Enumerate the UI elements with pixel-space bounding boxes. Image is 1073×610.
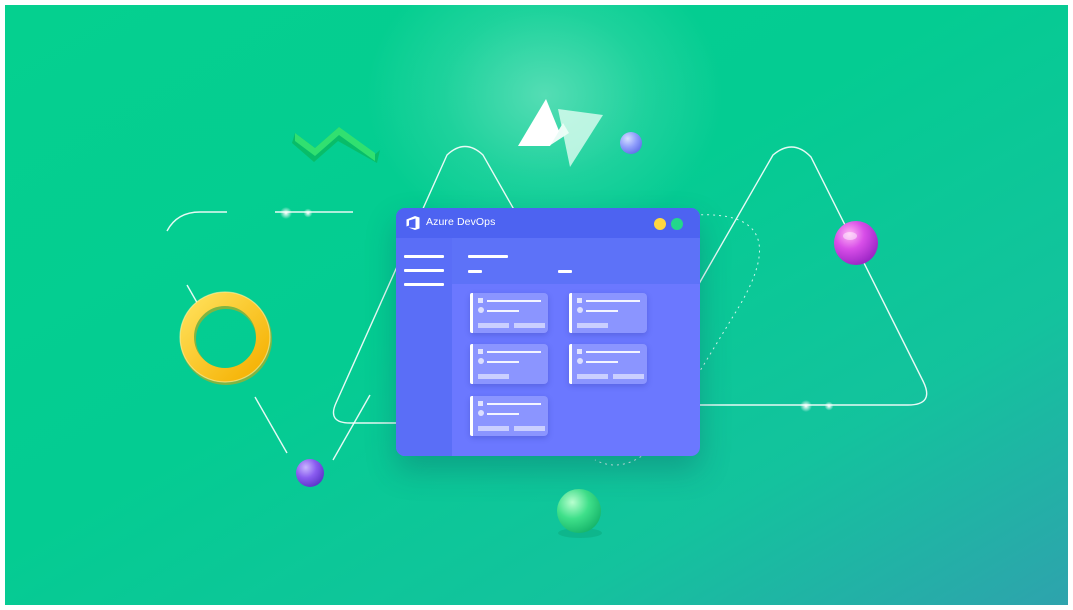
- illustration-scene: Azure DevOps: [5, 5, 1068, 605]
- tab-placeholder[interactable]: [468, 270, 482, 273]
- window-title: Azure DevOps: [426, 216, 496, 228]
- sphere-icon: [620, 132, 642, 154]
- board-card[interactable]: [569, 293, 647, 333]
- board-card[interactable]: [470, 293, 548, 333]
- content-header: [452, 238, 700, 284]
- nuxt-logo-icon: [518, 99, 603, 167]
- app-window: Azure DevOps: [396, 208, 700, 456]
- board-card[interactable]: [569, 344, 647, 384]
- torus-ring-icon: [179, 291, 272, 385]
- header-title-placeholder: [468, 255, 508, 258]
- maximize-dot[interactable]: [671, 218, 683, 230]
- tab-placeholder[interactable]: [558, 270, 572, 273]
- minimize-dot[interactable]: [654, 218, 666, 230]
- board-card[interactable]: [470, 344, 548, 384]
- sphere-icon: [557, 489, 602, 538]
- board-card[interactable]: [470, 396, 548, 436]
- menu-line[interactable]: [404, 283, 444, 286]
- zigzag-icon: [292, 127, 380, 163]
- menu-line[interactable]: [404, 255, 444, 258]
- azure-devops-icon: [406, 216, 420, 230]
- sphere-icon: [834, 221, 878, 265]
- menu-line[interactable]: [404, 269, 444, 272]
- sphere-icon: [296, 459, 324, 487]
- sidebar: [396, 238, 452, 456]
- window-titlebar: Azure DevOps: [396, 208, 700, 238]
